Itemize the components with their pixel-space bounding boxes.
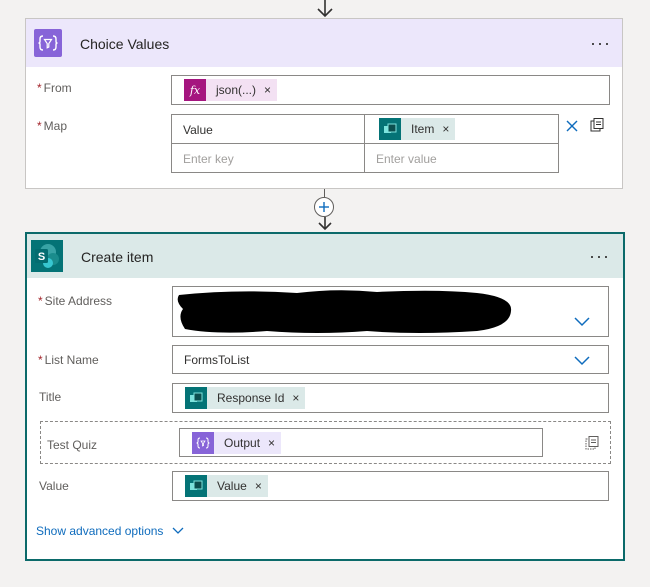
remove-token-icon[interactable]: × xyxy=(292,391,299,405)
map-key-input-empty[interactable]: Enter key xyxy=(171,143,365,173)
from-label-text: From xyxy=(43,81,72,95)
value-input[interactable]: Value × xyxy=(172,471,609,501)
remove-token-icon[interactable]: × xyxy=(255,479,262,493)
show-advanced-options-link[interactable]: Show advanced options xyxy=(36,524,185,538)
compose-variable-icon xyxy=(192,432,214,454)
title-field-label: Title xyxy=(39,390,62,404)
token-label: Value xyxy=(217,479,247,493)
remove-token-icon[interactable]: × xyxy=(268,436,275,450)
sharepoint-icon: S xyxy=(31,240,63,272)
list-name-dropdown[interactable]: FormsToList xyxy=(172,345,609,374)
close-icon[interactable] xyxy=(564,118,580,134)
choice-values-card: Choice Values ··· * From fx json(...) × *… xyxy=(25,18,623,189)
plus-circle-icon[interactable] xyxy=(313,196,335,218)
key-placeholder: Enter key xyxy=(183,152,234,166)
down-arrow-icon xyxy=(314,0,336,18)
site-address-label-text: Site Address xyxy=(44,294,113,308)
chevron-down-icon xyxy=(171,526,185,536)
more-options-button[interactable]: ··· xyxy=(590,34,611,52)
sharepoint-data-icon xyxy=(379,118,401,140)
required-marker: * xyxy=(37,81,42,95)
chevron-down-icon[interactable] xyxy=(573,354,591,366)
title-input[interactable]: Response Id × xyxy=(172,383,609,413)
map-label: * Map xyxy=(37,119,67,133)
value-placeholder: Enter value xyxy=(376,152,437,166)
required-marker: * xyxy=(38,353,43,367)
more-options-button[interactable]: ··· xyxy=(589,247,610,265)
test-quiz-input[interactable]: Output × xyxy=(179,428,543,457)
card-title: Create item xyxy=(81,249,154,265)
compose-variable-icon xyxy=(34,29,62,57)
value-field-label: Value xyxy=(39,479,69,493)
dynamic-content-token[interactable]: Value × xyxy=(185,475,268,497)
token-label: json(...) xyxy=(216,83,257,97)
token-label: Item xyxy=(411,122,435,136)
create-item-card: S Create item ··· * Site Address * List Na… xyxy=(25,232,625,561)
site-address-label: * Site Address xyxy=(38,294,112,308)
chevron-down-icon[interactable] xyxy=(573,315,591,327)
test-quiz-row: Test Quiz Output × xyxy=(40,421,611,464)
remove-token-icon[interactable]: × xyxy=(264,83,271,97)
from-label: * From xyxy=(37,81,72,95)
token-label: Response Id xyxy=(217,391,285,405)
list-name-label-text: List Name xyxy=(44,353,99,367)
token-label: Output xyxy=(224,436,261,450)
map-key-value: Value xyxy=(183,123,213,137)
dynamic-content-token[interactable]: Response Id × xyxy=(185,387,306,409)
variable-token[interactable]: Output × xyxy=(192,432,282,454)
remove-token-icon[interactable]: × xyxy=(442,122,449,136)
card-title: Choice Values xyxy=(80,36,170,52)
advanced-options-text: Show advanced options xyxy=(36,524,164,538)
fx-icon: fx xyxy=(184,79,206,101)
expression-token[interactable]: fx json(...) × xyxy=(184,79,278,101)
list-name-value: FormsToList xyxy=(184,353,250,367)
map-value-input-empty[interactable]: Enter value xyxy=(364,143,559,173)
redacted-region xyxy=(177,289,513,335)
switch-to-text-mode-icon[interactable] xyxy=(589,117,605,133)
svg-text:S: S xyxy=(38,251,45,263)
switch-to-input-mode-icon[interactable] xyxy=(584,435,600,451)
required-marker: * xyxy=(37,119,42,133)
site-address-dropdown[interactable] xyxy=(172,286,609,337)
choice-values-header[interactable]: Choice Values ··· xyxy=(26,19,622,67)
down-arrow-icon xyxy=(315,217,335,231)
from-input[interactable]: fx json(...) × xyxy=(171,75,610,105)
sharepoint-data-icon xyxy=(185,475,207,497)
map-value-input[interactable]: Item × xyxy=(364,114,559,144)
map-key-input[interactable]: Value xyxy=(171,114,365,144)
forms-data-icon xyxy=(185,387,207,409)
dynamic-content-token[interactable]: Item × xyxy=(379,118,456,140)
map-label-text: Map xyxy=(43,119,68,133)
test-quiz-label: Test Quiz xyxy=(47,438,98,452)
required-marker: * xyxy=(38,294,43,308)
list-name-label: * List Name xyxy=(38,353,99,367)
create-item-header[interactable]: S Create item ··· xyxy=(27,234,623,278)
